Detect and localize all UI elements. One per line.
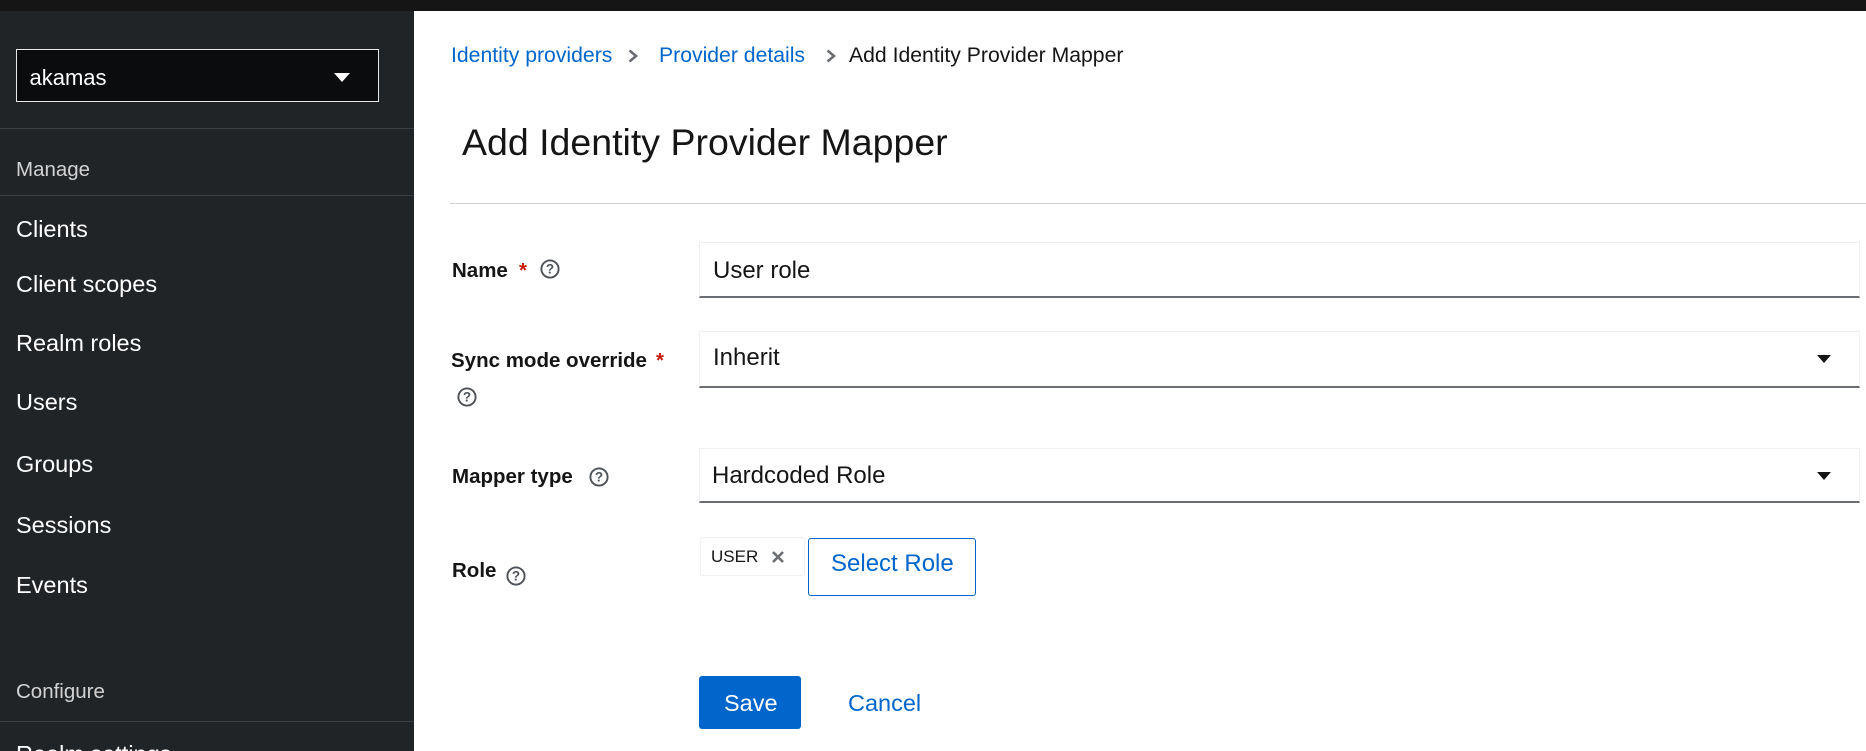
svg-text:?: ? xyxy=(512,569,520,584)
svg-text:?: ? xyxy=(546,262,554,277)
svg-text:?: ? xyxy=(595,470,603,485)
svg-text:?: ? xyxy=(463,390,471,405)
